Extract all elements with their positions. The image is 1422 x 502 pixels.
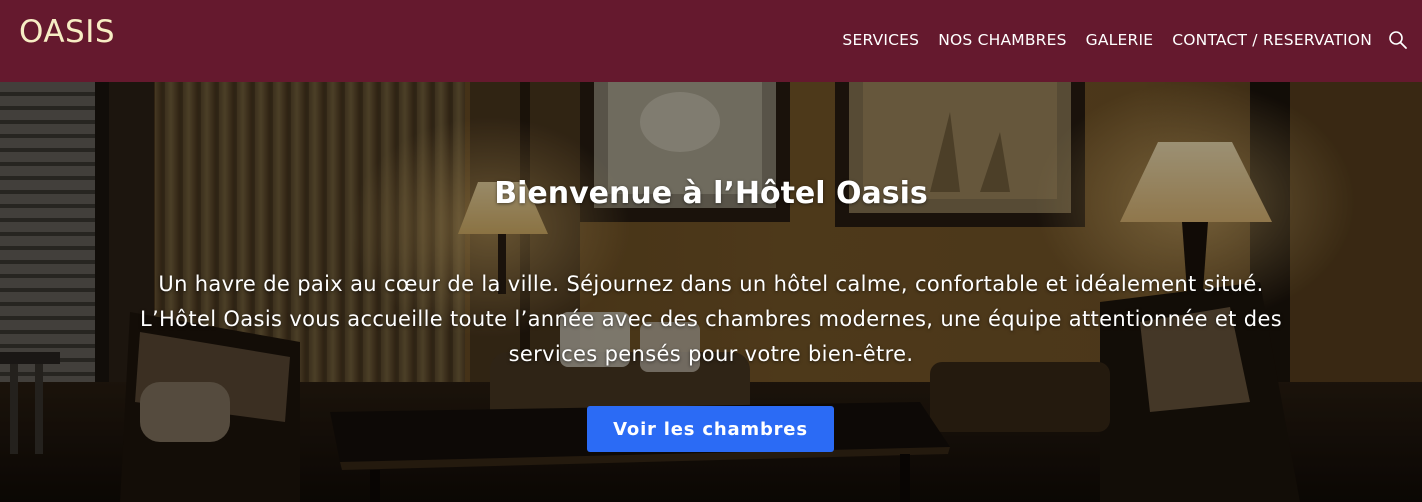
hero-description-line: services pensés pour votre bien-être.: [508, 342, 914, 366]
view-rooms-button[interactable]: Voir les chambres: [587, 406, 834, 452]
main-nav: SERVICES NOS CHAMBRES GALERIE CONTACT / …: [842, 30, 1372, 50]
site-header: OASIS SERVICES NOS CHAMBRES GALERIE CONT…: [0, 0, 1422, 82]
hero-description-line: L’Hôtel Oasis vous accueille toute l’ann…: [139, 307, 1283, 331]
site-logo[interactable]: OASIS: [19, 14, 115, 50]
nav-item-services[interactable]: SERVICES: [842, 30, 919, 50]
page: OASIS SERVICES NOS CHAMBRES GALERIE CONT…: [0, 0, 1422, 502]
nav-item-galerie[interactable]: GALERIE: [1086, 30, 1154, 50]
hero-section: Bienvenue à l’Hôtel Oasis Un havre de pa…: [0, 82, 1422, 502]
search-icon[interactable]: [1388, 30, 1408, 50]
hero-description: Un havre de paix au cœur de la ville. Sé…: [40, 267, 1382, 372]
hero-description-line: Un havre de paix au cœur de la ville. Sé…: [158, 272, 1264, 296]
hero-title: Bienvenue à l’Hôtel Oasis: [494, 176, 928, 212]
nav-item-contact-reservation[interactable]: CONTACT / RESERVATION: [1172, 30, 1372, 50]
nav-item-nos-chambres[interactable]: NOS CHAMBRES: [938, 30, 1066, 50]
